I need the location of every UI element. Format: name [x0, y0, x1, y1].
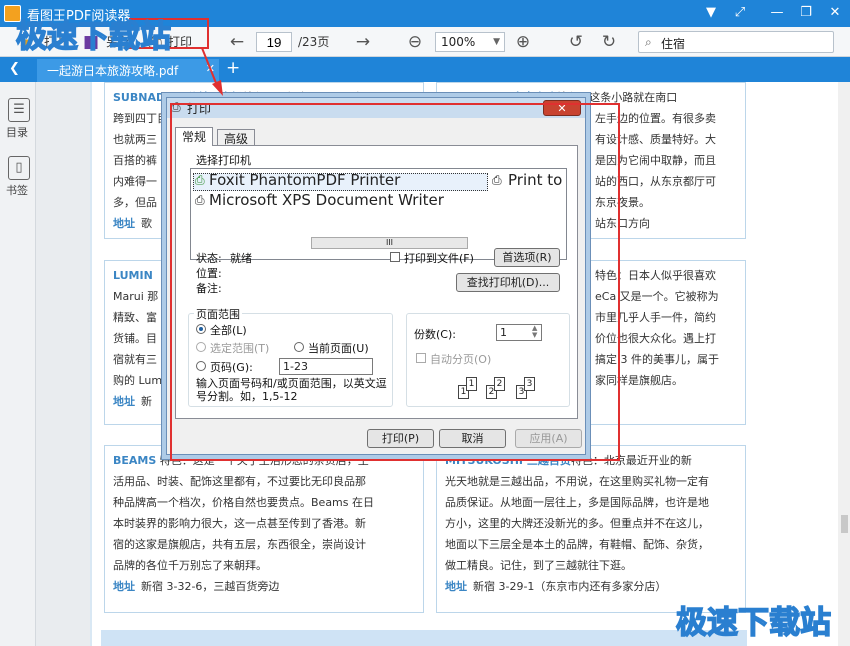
vertical-scrollbar[interactable]	[838, 82, 850, 646]
address-label: 地址	[113, 395, 135, 408]
zoom-select[interactable]: 100% ▼	[435, 32, 505, 52]
card-line: 品牌的各位千万别忘了来朝拜。	[113, 559, 267, 572]
chevron-down-icon: ▼	[493, 37, 500, 47]
address-label: 地址	[113, 217, 135, 230]
address-label: 地址	[445, 580, 467, 593]
card-line: 方小，这里的大牌还没新光的多。但重点并不在这儿，	[445, 517, 709, 530]
tab-bar: ❮ 一起游日本旅游攻略.pdf ✕ +	[0, 57, 850, 82]
tab-label: 一起游日本旅游攻略.pdf	[47, 64, 179, 78]
highlight-dialog-box	[170, 103, 620, 461]
card-line: 本时装界的影响力很大，这一点甚至传到了香港。新	[113, 517, 366, 530]
menu-dropdown-icon[interactable]: ▼	[700, 3, 722, 23]
close-button[interactable]: ✕	[824, 3, 846, 23]
search-icon: ⌕	[645, 35, 652, 49]
card-line: 光天地就是三越出品，不用说，在这里购买礼物一定有	[445, 475, 709, 488]
fullscreen-icon[interactable]: ⤢	[729, 3, 751, 23]
zoom-in-icon[interactable]: ⊕	[512, 31, 534, 53]
minimize-button[interactable]: —	[766, 3, 788, 23]
new-tab-icon[interactable]: +	[226, 58, 240, 78]
tab-general[interactable]: 常规	[175, 127, 214, 146]
card-line: 宿的这家是旗舰店，共有五层，东西很全，崇尚设计	[113, 538, 366, 551]
bookmark-label[interactable]: 书签	[6, 182, 28, 198]
toc-label[interactable]: 目录	[6, 124, 28, 140]
arrow-icon	[201, 47, 223, 96]
next-page-icon[interactable]: →	[352, 31, 374, 53]
address-value: 新宿 3-29-1（东京市内还有多家分店）	[473, 580, 667, 593]
card-line: 种品牌高一个档次，价格自然也要贵点。Beams 在日	[113, 496, 374, 509]
page-number-input[interactable]	[256, 32, 292, 52]
card-mitsukoshi: MITSUKOSHI 三越百货特色：北京最近开业的新 光天地就是三越出品，不用说…	[436, 445, 746, 613]
card-beams: BEAMS 特色：这是一个关于生活形态的杂货店，生 活用品、时装、配饰这里都有，…	[104, 445, 424, 613]
card-line: 地面以下三层全是本土的品牌，有鞋帽、配饰、杂货，	[445, 538, 709, 551]
card-title: LUMIN	[113, 269, 153, 282]
address-value: 新宿 3-32-6，三越百货旁边	[141, 580, 280, 593]
page-total: /23页	[298, 35, 330, 49]
maximize-button[interactable]: ❐	[795, 3, 817, 23]
collapse-sidebar-icon[interactable]: ❮	[9, 61, 20, 76]
scrollbar-thumb[interactable]	[841, 515, 848, 533]
card-line: 做工精良。记住，到了三越就往下逛。	[445, 559, 632, 572]
watermark-top: 极速下载站	[15, 18, 172, 56]
watermark-bottom: 极速下载站	[675, 604, 832, 642]
search-box[interactable]: ⌕ 住宿	[638, 31, 834, 53]
rotate-left-icon[interactable]: ↺	[565, 31, 587, 53]
card-line: 活用品、时装、配饰这里都有，不过要比无印良品那	[113, 475, 366, 488]
card-line: 品质保证。从地面一层往上，多是国际品牌，也许是地	[445, 496, 709, 509]
page-footer-band	[101, 630, 747, 646]
left-sidebar: ☰ 目录 ▯ 书签	[0, 82, 36, 646]
bookmark-icon[interactable]: ▯	[8, 156, 30, 180]
card-title: BEAMS	[113, 454, 157, 467]
zoom-value: 100%	[441, 35, 476, 49]
rotate-right-icon[interactable]: ↻	[598, 31, 620, 53]
address-value: 新	[141, 395, 152, 408]
page-border	[90, 82, 92, 646]
search-input[interactable]: 住宿	[661, 35, 685, 52]
address-value: 歌	[141, 217, 152, 230]
document-tab[interactable]: 一起游日本旅游攻略.pdf ✕	[37, 59, 219, 82]
toc-icon[interactable]: ☰	[8, 98, 30, 122]
address-label: 地址	[113, 580, 135, 593]
prev-page-icon[interactable]: ←	[226, 31, 248, 53]
zoom-out-icon[interactable]: ⊖	[404, 31, 426, 53]
